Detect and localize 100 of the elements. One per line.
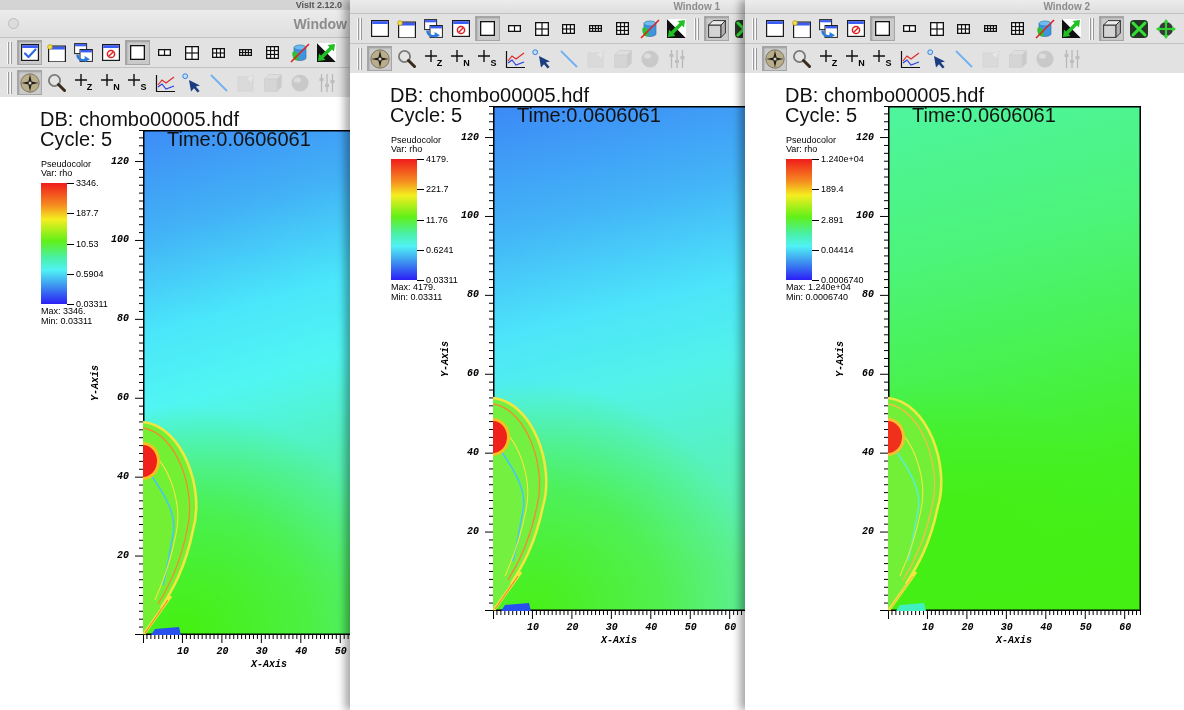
x-axis-tick-label: 10: [921, 623, 934, 633]
legend-tick-label: 189.4: [821, 184, 844, 195]
navigate-button[interactable]: [17, 70, 42, 95]
invert-background-button[interactable]: [1059, 16, 1084, 41]
x-axis-title: X-Axis: [251, 660, 287, 670]
triangle-arrows-icon: [667, 19, 686, 38]
window-check-icon: [20, 44, 39, 61]
legend-tick-label: 2.891: [821, 214, 844, 225]
toolbar-grip-icon[interactable]: [357, 17, 362, 40]
cube-icon: [263, 73, 282, 92]
pick-button[interactable]: N: [843, 46, 868, 71]
y-axis-tick-label: 20: [117, 551, 129, 562]
invert-background-button[interactable]: [314, 40, 339, 65]
cycle-label: Cycle: 5: [390, 105, 463, 125]
six-pane-grid-icon: [957, 23, 970, 34]
clone-window-button[interactable]: [421, 16, 446, 41]
x-axis-tick-label: 20: [216, 647, 229, 657]
legend-max-label: Max: 3346.: [41, 307, 86, 316]
two-pane-grid-icon: [508, 25, 521, 32]
perspective-button[interactable]: [704, 16, 729, 41]
y-axis-title: Y-Axis: [91, 365, 101, 401]
nine-pane-grid-icon: [616, 22, 629, 35]
two-pane-grid-icon: [158, 49, 171, 56]
nine-pane-grid-icon: [266, 46, 279, 59]
navigate-button[interactable]: [367, 46, 392, 71]
compass-icon: [369, 48, 390, 69]
time-label: Time:0.0606061: [912, 105, 1056, 125]
x-axis-tick-label: 40: [645, 623, 658, 633]
y-axis-title: Y-Axis: [836, 341, 846, 377]
pick-button[interactable]: S: [475, 46, 500, 71]
legend-tick-label: 0.04414: [821, 244, 854, 255]
legend-tick-label: 187.7: [76, 208, 99, 219]
compass-icon: [19, 72, 40, 93]
nine-pane-grid-icon: [1011, 22, 1024, 35]
legend-variable: Var: rho: [391, 145, 423, 154]
pick-button[interactable]: Z: [421, 46, 446, 71]
legend-variable: Var: rho: [786, 145, 818, 154]
y-axis-tick-label: 100: [461, 211, 479, 222]
jet-streak: [143, 595, 173, 635]
pick-button[interactable]: N: [98, 70, 123, 95]
legend-tick-label: 221.7: [426, 184, 449, 195]
clone-window-button[interactable]: [816, 16, 841, 41]
toolbar-grip-icon[interactable]: [752, 17, 757, 40]
toolbar-grip-icon[interactable]: [357, 47, 362, 70]
crosshair-icon: [101, 74, 114, 86]
crosshair-icon: [451, 50, 464, 62]
line-chart-icon: [504, 49, 525, 68]
pick-button[interactable]: Z: [816, 46, 841, 71]
cube-icon: [613, 49, 632, 68]
sliders-icon: [1063, 49, 1080, 68]
y-axis-tick-label: 100: [111, 235, 129, 246]
cylinder-slash-icon: [289, 42, 310, 63]
crosshair-icon: [478, 50, 491, 62]
toolbar-grip-icon[interactable]: [7, 71, 12, 94]
layout-button[interactable]: [125, 40, 150, 65]
time-label: Time:0.0606061: [517, 105, 661, 125]
dense-blob: [143, 442, 160, 480]
pick-button[interactable]: Z: [71, 70, 96, 95]
toolbar-grip-icon[interactable]: [7, 41, 12, 64]
toolbar-grip-icon[interactable]: [694, 17, 699, 40]
toolbar-grip-icon[interactable]: [1089, 17, 1094, 40]
cube-icon: [707, 19, 726, 38]
active-window-button[interactable]: [17, 40, 42, 65]
windows-arrow-icon: [424, 19, 443, 38]
sphere-icon: [640, 49, 659, 68]
clone-window-button[interactable]: [71, 40, 96, 65]
legend-max-label: Max: 1.240e+04: [786, 283, 851, 292]
four-arrows-icon: [1155, 18, 1176, 39]
navigate-button[interactable]: [762, 46, 787, 71]
x-axis-title: X-Axis: [601, 636, 637, 646]
y-axis-tick-label: 40: [467, 448, 479, 459]
x-axis-tick-label: 30: [255, 647, 268, 657]
pick-button[interactable]: N: [448, 46, 473, 71]
invert-background-button[interactable]: [664, 16, 689, 41]
perspective-button[interactable]: [1099, 16, 1124, 41]
legend-variable: Var: rho: [41, 169, 73, 178]
window-title: Window: [293, 16, 347, 31]
y-axis-title: Y-Axis: [441, 341, 451, 377]
magnifier-icon: [397, 49, 416, 68]
window-icon: [765, 20, 784, 37]
legend-max-label: Max: 4179.: [391, 283, 436, 292]
six-pane-grid-icon: [562, 23, 575, 34]
eight-pane-grid-icon: [239, 49, 252, 56]
pick-button[interactable]: S: [125, 70, 150, 95]
pick-button[interactable]: S: [870, 46, 895, 71]
triangle-arrows-icon: [317, 43, 336, 62]
toolbar-grip-icon[interactable]: [752, 47, 757, 70]
cycle-label: Cycle: 5: [40, 129, 113, 149]
diagonal-line-icon: [209, 73, 228, 92]
six-pane-grid-icon: [212, 47, 225, 58]
cylinder-slash-icon: [1034, 18, 1055, 39]
x-axis-tick-label: 30: [605, 623, 618, 633]
cursor-dot-icon: [532, 48, 551, 69]
layout-button[interactable]: [870, 16, 895, 41]
layout-button[interactable]: [475, 16, 500, 41]
y-axis-tick-label: 20: [467, 527, 479, 538]
line-chart-icon: [154, 73, 175, 92]
line-chart-icon: [899, 49, 920, 68]
dense-blob: [493, 418, 510, 456]
y-axis-tick-label: 120: [111, 156, 129, 167]
